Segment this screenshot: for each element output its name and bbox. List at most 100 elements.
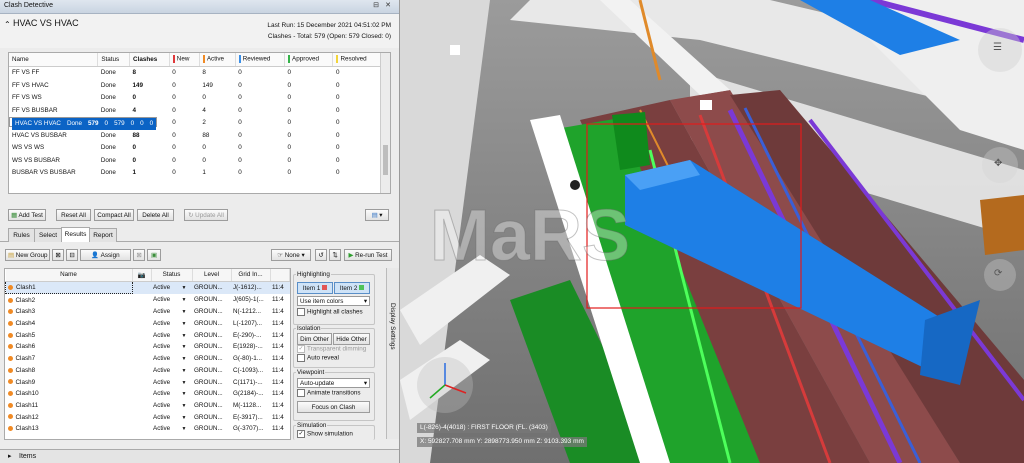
clash-row[interactable]: Clash4 Active ▼ GROUN... L(-1207)... 11:4 (6, 318, 290, 330)
test-row[interactable]: FF VS WS Done 0 0 0 0 0 0 (9, 92, 381, 105)
use-item-colors-select[interactable]: Use item colors ▾ (297, 296, 370, 306)
hide-other-button[interactable]: Hide Other (333, 333, 370, 345)
tests-scrollbar[interactable] (380, 53, 390, 193)
tests-col-clashes-header[interactable]: Clashes (129, 53, 170, 67)
new-group-button[interactable]: ▤ New Group (5, 249, 50, 261)
status-dropdown-icon[interactable]: ▼ (181, 391, 187, 397)
clash-row[interactable]: Clash13 Active ▼ GROUN... G(-3707)... 11:4 (6, 423, 290, 435)
items-bar[interactable]: ▸ Items (0, 449, 399, 463)
tests-col-name-header[interactable]: Name (9, 53, 99, 67)
clash-row[interactable]: Clash11 Active ▼ GROUN... M(-1128... 11:4 (6, 400, 290, 412)
item1-button[interactable]: Item 1 (297, 282, 333, 294)
sort-button[interactable]: ⇅ (329, 249, 341, 261)
clash-row[interactable]: Clash1 Active ▼ GROUN... J(-1612)... 11:4 (5, 280, 290, 295)
col-name-header[interactable]: Name (5, 269, 133, 282)
display-settings-tab[interactable]: Display Settings (386, 268, 399, 439)
status-dropdown-icon[interactable]: ▼ (181, 403, 187, 409)
col-icons-header[interactable]: 📷 (132, 269, 152, 282)
status-dropdown-icon[interactable]: ▼ (181, 426, 187, 432)
reset-view-button[interactable]: ↺ (315, 249, 327, 261)
clash-status-cell[interactable]: Active ▼ (151, 376, 192, 388)
delete-all-button[interactable]: Delete All (137, 209, 174, 221)
viewpoint-select[interactable]: Auto-update ▾ (297, 378, 370, 388)
clash-status-cell[interactable]: Active ▼ (151, 400, 192, 412)
auto-reveal-checkbox[interactable]: Auto reveal (297, 354, 339, 362)
rerun-test-button[interactable]: ▶ Re-run Test (344, 249, 392, 261)
clash-row[interactable]: Clash2 Active ▼ GROUN... J(605)-1(... 11:4 (6, 294, 290, 306)
clash-status-cell[interactable]: Active ▼ (151, 423, 192, 435)
clash-status-cell[interactable]: Active ▼ (151, 365, 192, 377)
compact-all-button[interactable]: Compact All (94, 209, 134, 221)
add-test-button[interactable]: ▦ Add Test (8, 209, 46, 221)
test-row[interactable]: BUSBAR VS BUSBAR Done 1 0 1 0 0 0 (9, 167, 381, 180)
3d-viewport[interactable]: MaRS L(-826)-4(4018) : FIRST FLOOR (FL. … (400, 0, 1024, 463)
nav-wheel-icon[interactable]: ☰ (993, 42, 1002, 53)
clash-row[interactable]: Clash7 Active ▼ GROUN... G(-80)-1... 11:4 (6, 353, 290, 365)
reset-all-button[interactable]: Reset All (56, 209, 91, 221)
status-dropdown-icon[interactable]: ▼ (181, 368, 187, 374)
collapse-chevron-icon[interactable]: ⌃ (4, 20, 11, 29)
clash-row[interactable]: Clash6 Active ▼ GROUN... E(1928)-... 11:4 (6, 341, 290, 353)
clash-status-cell[interactable]: Active ▼ (151, 411, 192, 423)
tests-col-reviewed-header[interactable]: Reviewed (235, 53, 286, 67)
assign-button[interactable]: 👤 Assign (80, 249, 131, 261)
clash-row[interactable]: Clash5 Active ▼ GROUN... E(-290)-... 11:4 (6, 329, 290, 341)
tab-results[interactable]: Results (61, 227, 90, 242)
tests-col-new-header[interactable]: New (169, 53, 200, 67)
test-row[interactable]: FF VS HVAC Done 149 0 149 0 0 0 (9, 79, 381, 92)
clash-status-cell[interactable]: Active ▼ (151, 353, 192, 365)
clash-status-cell[interactable]: Active ▼ (151, 329, 192, 341)
filter-none-dropdown[interactable]: ☞ None ▾ (271, 249, 311, 261)
clash-status-cell[interactable]: Active ▼ (151, 341, 192, 353)
col-grid-header[interactable]: Grid In... (231, 269, 271, 282)
col-level-header[interactable]: Level (192, 269, 232, 282)
group-icon-button[interactable]: ⊠ (52, 249, 64, 261)
orbit-icon[interactable]: ⟳ (994, 268, 1002, 279)
pin-icon[interactable]: ⊟ (372, 2, 380, 10)
export-dropdown-button[interactable]: ▤ ▾ (365, 209, 389, 221)
unassign-button[interactable]: ⊠ (133, 249, 145, 261)
clash-status-cell[interactable]: Active ▼ (151, 318, 192, 330)
test-row[interactable]: WS VS WS Done 0 0 0 0 0 0 (9, 142, 381, 155)
status-dropdown-icon[interactable]: ▼ (181, 333, 187, 339)
clash-status-cell[interactable]: Active ▼ (151, 306, 192, 318)
clash-row[interactable]: Clash12 Active ▼ GROUN... E(-3917)... 11:4 (6, 411, 290, 423)
status-dropdown-icon[interactable]: ▼ (181, 415, 187, 421)
col-status-header[interactable]: Status (151, 269, 193, 282)
clash-status-cell[interactable]: Active ▼ (151, 281, 192, 294)
tab-rules[interactable]: Rules (8, 228, 35, 242)
status-dropdown-icon[interactable]: ▼ (181, 344, 187, 350)
status-dropdown-icon[interactable]: ▼ (181, 309, 187, 315)
transparent-dimming-checkbox[interactable]: ✓ Transparent dimming (297, 345, 366, 353)
show-simulation-checkbox[interactable]: ✓ Show simulation (297, 430, 353, 438)
test-row[interactable]: WS VS BUSBAR Done 0 0 0 0 0 0 (9, 154, 381, 167)
clash-status-cell[interactable]: Active ▼ (151, 388, 192, 400)
tests-col-active-header[interactable]: Active (199, 53, 236, 67)
status-dropdown-icon[interactable]: ▼ (181, 356, 187, 362)
pan-icon[interactable]: ✥ (994, 158, 1002, 169)
status-dropdown-icon[interactable]: ▼ (181, 297, 187, 303)
clash-row[interactable]: Clash3 Active ▼ GROUN... N(-1212... 11:4 (6, 306, 290, 318)
focus-on-clash-button[interactable]: Focus on Clash (297, 401, 370, 413)
test-row[interactable]: HVAC VS BUSBAR Done 88 0 88 0 0 0 (9, 129, 381, 142)
clash-row[interactable]: Clash10 Active ▼ GROUN... G(2184)-... 11:4 (6, 388, 290, 400)
status-dropdown-icon[interactable]: ▼ (181, 321, 187, 327)
status-dropdown-icon[interactable]: ▼ (181, 380, 187, 386)
animate-transitions-checkbox[interactable]: Animate transitions (297, 389, 361, 397)
tests-col-approved-header[interactable]: Approved (284, 53, 334, 67)
col-extra-header[interactable] (270, 269, 290, 282)
status-dropdown-icon[interactable]: ▼ (181, 285, 187, 291)
test-row[interactable]: FF VS BUSBAR Done 4 0 4 0 0 0 (9, 104, 381, 117)
close-icon[interactable]: ✕ (384, 2, 392, 10)
clash-row[interactable]: Clash9 Active ▼ GROUN... C(1171)-... 11:4 (6, 376, 290, 388)
comment-button[interactable]: ▣ (147, 249, 161, 261)
item2-button[interactable]: Item 2 (334, 282, 370, 294)
clash-row[interactable]: Clash8 Active ▼ GROUN... C(-1093)... 11:4 (6, 365, 290, 377)
dim-other-button[interactable]: Dim Other (297, 333, 332, 345)
clash-status-cell[interactable]: Active ▼ (151, 294, 192, 306)
ungroup-icon-button[interactable]: ⊟ (66, 249, 78, 261)
tests-col-status-header[interactable]: Status (97, 53, 131, 67)
tab-report[interactable]: Report (89, 228, 117, 242)
update-all-button[interactable]: ↻ Update All (184, 209, 228, 221)
highlight-all-checkbox[interactable]: Highlight all clashes (297, 308, 363, 316)
